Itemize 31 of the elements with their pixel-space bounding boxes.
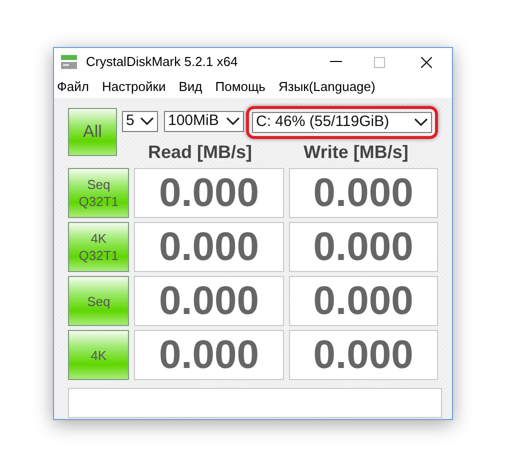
chevron-down-icon (226, 117, 240, 126)
result-cell: 0.000 (288, 168, 438, 218)
test-button[interactable]: Seq Q32T1 (68, 168, 130, 218)
test-button[interactable]: Seq (68, 276, 130, 326)
all-button[interactable]: All (68, 108, 117, 156)
size-select[interactable]: 100MiB (164, 111, 244, 132)
minimize-icon[interactable] (330, 61, 342, 63)
menu-item[interactable]: Язык(Language) (278, 77, 376, 97)
menu-item[interactable]: Вид (178, 77, 202, 97)
column-header: Write [MB/s] (302, 141, 410, 164)
column-header: Read [MB/s] (146, 141, 253, 164)
menu-item[interactable]: Файл (57, 77, 89, 97)
result-cell: 0.000 (288, 222, 438, 272)
result-cell: 0.000 (288, 276, 438, 326)
result-cell: 0.000 (134, 222, 284, 272)
test-button[interactable]: 4K (68, 330, 130, 380)
menu-item[interactable]: Настройки (102, 77, 166, 97)
chevron-down-icon (414, 118, 428, 127)
menu-item[interactable]: Помощь (215, 77, 266, 97)
test-button[interactable]: 4K Q32T1 (68, 222, 130, 272)
count-select[interactable]: 5 (122, 111, 158, 132)
result-cell: 0.000 (134, 330, 284, 380)
comment-field[interactable] (68, 388, 442, 418)
close-icon[interactable] (421, 56, 432, 68)
result-cell: 0.000 (288, 330, 438, 380)
result-cell: 0.000 (134, 168, 284, 218)
drive-select[interactable]: C: 46% (55/119GiB) (252, 112, 432, 133)
window-title: CrystalDiskMark 5.2.1 x64 (86, 53, 238, 72)
drive-icon (60, 54, 78, 70)
chevron-down-icon (140, 117, 154, 126)
result-cell: 0.000 (134, 276, 284, 326)
